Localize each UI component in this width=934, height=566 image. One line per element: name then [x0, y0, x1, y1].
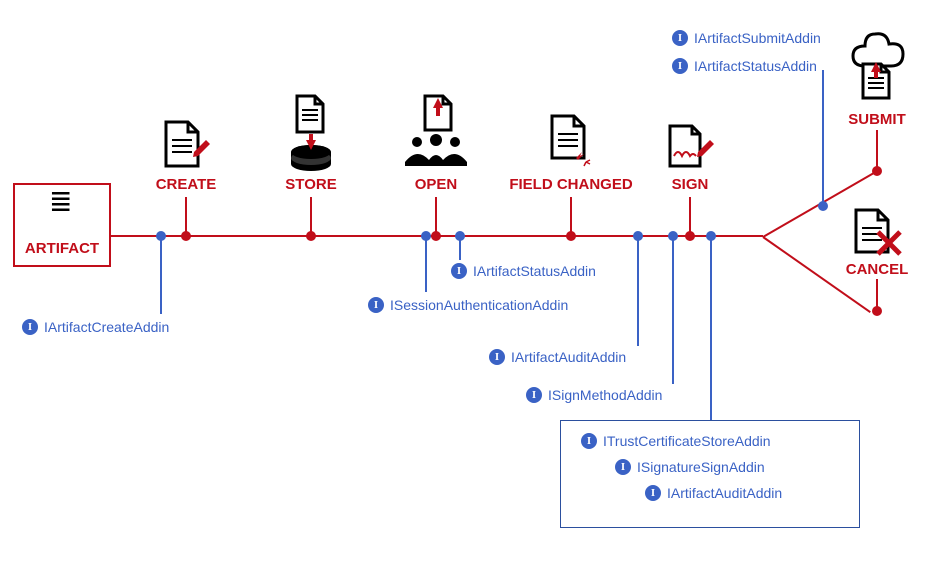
sign-icon [666, 122, 714, 172]
cancel-dot [872, 306, 882, 316]
cancel-label: CANCEL [846, 261, 909, 278]
dot-status-open [455, 231, 465, 241]
iface-audit-group-text: IArtifactAuditAddin [667, 485, 782, 501]
open-icon [403, 92, 469, 172]
open-stub [435, 197, 437, 235]
iface-trust-cert: I ITrustCertificateStoreAddin [581, 433, 879, 449]
open-dot [431, 231, 441, 241]
store-stub [310, 197, 312, 235]
iface-artifact-status-top-text: IArtifactStatusAddin [694, 58, 817, 74]
i-badge-icon: I [645, 485, 661, 501]
create-label: CREATE [156, 176, 217, 193]
iface-audit-group: I IArtifactAuditAddin [645, 485, 934, 501]
iface-artifact-create-text: IArtifactCreateAddin [44, 319, 169, 335]
iface-trust-cert-text: ITrustCertificateStoreAddin [603, 433, 771, 449]
iface-artifact-create: I IArtifactCreateAddin [22, 319, 169, 335]
field-changed-stub [570, 197, 572, 235]
iface-status-open: I IArtifactStatusAddin [451, 263, 596, 279]
submit-stub [876, 130, 878, 171]
submit-icon [847, 24, 907, 104]
i-badge-icon: I [22, 319, 38, 335]
field-changed-icon [548, 112, 594, 170]
conn-artifact-create [160, 236, 162, 314]
conn-sign-method [672, 236, 674, 384]
conn-submit-group [822, 70, 824, 208]
dot-sign-method [668, 231, 678, 241]
dot-audit [633, 231, 643, 241]
sign-stub [689, 197, 691, 235]
dot-sign-group [706, 231, 716, 241]
create-stub [185, 197, 187, 235]
store-icon [285, 92, 337, 172]
sign-dot [685, 231, 695, 241]
i-badge-icon: I [489, 349, 505, 365]
i-badge-icon: I [672, 30, 688, 46]
field-changed-dot [566, 231, 576, 241]
iface-signature-sign: I ISignatureSignAddin [615, 459, 913, 475]
cancel-icon [852, 206, 902, 258]
conn-session-auth [425, 236, 427, 292]
artifact-box: ≣ ARTIFACT [13, 183, 111, 267]
diagram-stage: { "artifact": { "label": "ARTIFACT" }, "… [0, 0, 934, 566]
iface-session-auth: I ISessionAuthenticationAddin [368, 297, 568, 313]
sign-addin-group: I ITrustCertificateStoreAddin I ISignatu… [560, 420, 860, 528]
iface-session-auth-text: ISessionAuthenticationAddin [390, 297, 568, 313]
i-badge-icon: I [581, 433, 597, 449]
open-label: OPEN [415, 176, 458, 193]
field-changed-label: FIELD CHANGED [509, 176, 632, 193]
dot-submit-group [818, 201, 828, 211]
store-dot [306, 231, 316, 241]
conn-sign-group [710, 236, 712, 420]
submit-dot [872, 166, 882, 176]
dot-artifact-create [156, 231, 166, 241]
create-dot [181, 231, 191, 241]
i-badge-icon: I [368, 297, 384, 313]
submit-label: SUBMIT [848, 111, 906, 128]
i-badge-icon: I [672, 58, 688, 74]
iface-signature-sign-text: ISignatureSignAddin [637, 459, 765, 475]
artifact-lines-icon: ≣ [49, 199, 70, 205]
iface-audit: I IArtifactAuditAddin [489, 349, 626, 365]
sign-label: SIGN [672, 176, 709, 193]
i-badge-icon: I [526, 387, 542, 403]
create-icon [160, 118, 210, 170]
iface-artifact-submit-text: IArtifactSubmitAddin [694, 30, 821, 46]
iface-artifact-submit: I IArtifactSubmitAddin [672, 30, 821, 46]
store-label: STORE [285, 176, 336, 193]
iface-artifact-status-top: I IArtifactStatusAddin [672, 58, 817, 74]
artifact-label: ARTIFACT [15, 240, 109, 257]
dot-session-auth [421, 231, 431, 241]
iface-sign-method: I ISignMethodAddin [526, 387, 662, 403]
conn-audit [637, 236, 639, 346]
iface-sign-method-text: ISignMethodAddin [548, 387, 662, 403]
i-badge-icon: I [615, 459, 631, 475]
iface-audit-text: IArtifactAuditAddin [511, 349, 626, 365]
iface-status-open-text: IArtifactStatusAddin [473, 263, 596, 279]
i-badge-icon: I [451, 263, 467, 279]
